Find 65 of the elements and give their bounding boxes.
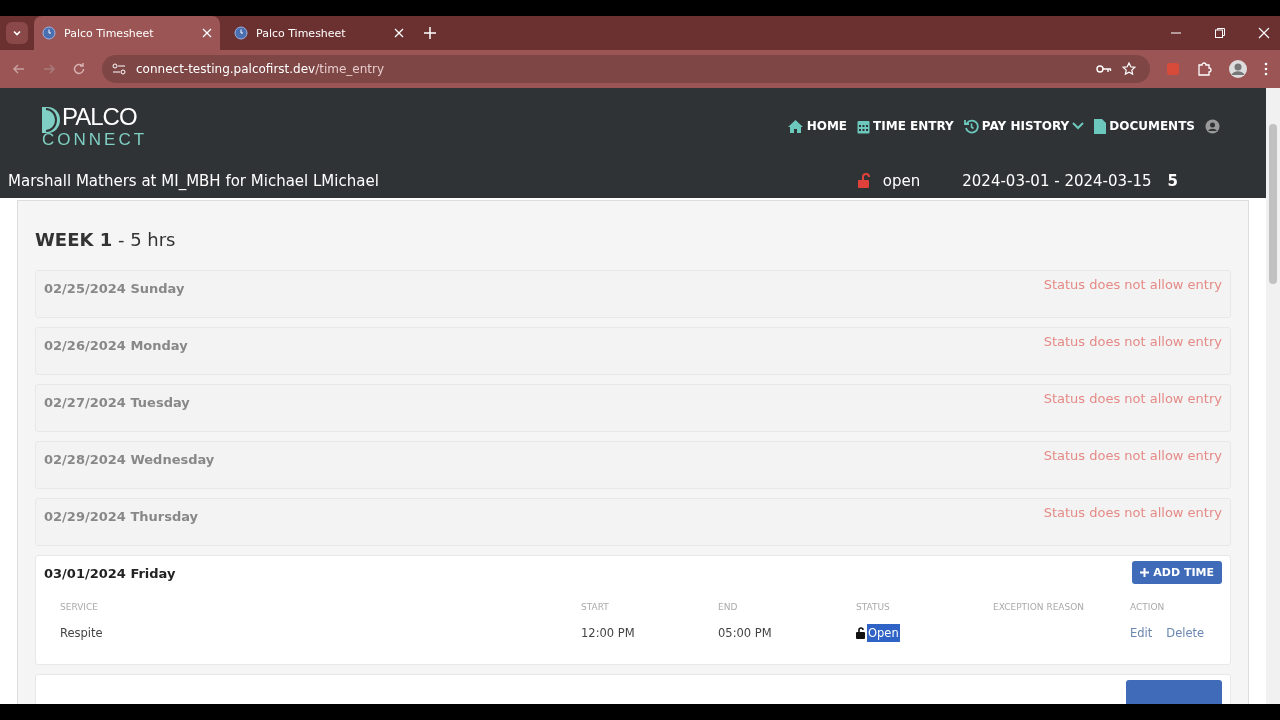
site-settings-icon[interactable] (112, 63, 126, 75)
action-link[interactable]: Delete (1166, 626, 1205, 640)
unlocked-lock-icon (856, 173, 871, 189)
day-date: 02/27/2024 Tuesday (44, 395, 190, 410)
status-text: Open (867, 624, 900, 642)
nav-link[interactable]: HOME (786, 118, 848, 134)
column-header: END (718, 602, 739, 612)
puzzle-icon[interactable] (1196, 61, 1212, 77)
table-cell-text: 05:00 PM (718, 625, 773, 642)
add-time-button[interactable]: ADD TIME (1132, 561, 1222, 584)
table-cell-text: Respite (60, 625, 104, 642)
history-icon (963, 118, 979, 134)
close-icon[interactable] (1258, 27, 1270, 39)
entry-status-message: Status does not allow entry (1043, 505, 1222, 520)
entry-status-message: Status does not allow entry (1043, 448, 1222, 463)
column-header: EXCEPTION REASON (993, 602, 1086, 612)
close-icon[interactable] (202, 28, 212, 38)
tab-list-button[interactable] (6, 22, 28, 44)
clock-icon (42, 26, 56, 40)
avatar-icon[interactable] (1228, 59, 1248, 79)
logo-wordmark: PALCO (62, 104, 138, 129)
column-header: START (581, 602, 610, 612)
period-status: open (882, 172, 921, 190)
day-date: 03/01/2024 Friday (44, 566, 176, 581)
day-date: 02/25/2024 Sunday (44, 281, 185, 296)
menu-icon[interactable] (1264, 62, 1268, 76)
pay-period: 2024-03-01 - 2024-03-15 (962, 172, 1152, 190)
document-icon (1094, 118, 1107, 134)
user-icon[interactable] (1205, 118, 1220, 134)
calendar-icon (857, 118, 871, 134)
address-field[interactable]: connect-testing.palcofirst.dev/time_entry (102, 55, 1150, 83)
action-link[interactable]: Edit (1130, 626, 1153, 640)
nav-link[interactable]: TIME ENTRY (857, 118, 954, 134)
entry-status-message: Status does not allow entry (1043, 391, 1222, 406)
timesheet-context: Marshall Mathers at MI_MBH for Michael LMichael (8, 172, 379, 190)
total-hours: 5 (1167, 172, 1178, 190)
home-icon (786, 118, 804, 134)
restore-icon[interactable] (1214, 27, 1226, 39)
new-tab-icon[interactable] (424, 27, 436, 39)
star-icon[interactable] (1122, 62, 1136, 76)
reload-icon[interactable] (72, 62, 86, 76)
clock-icon (234, 26, 248, 40)
scrollbar[interactable] (1266, 88, 1280, 704)
browser-tab[interactable]: Palco Timesheet (34, 16, 220, 50)
logo-subtitle: CONNECT (42, 130, 148, 148)
day-date: 02/26/2024 Monday (44, 338, 188, 353)
nav-link[interactable]: DOCUMENTS (1094, 118, 1195, 134)
day-date: 02/29/2024 Thursday (44, 509, 199, 524)
table-cell-text: 12:00 PM (581, 625, 636, 642)
close-icon[interactable] (394, 28, 404, 38)
key-icon[interactable] (1096, 64, 1112, 74)
plus-icon (1140, 568, 1150, 577)
entry-status-message: Status does not allow entry (1043, 334, 1222, 349)
nav-link[interactable]: PAY HISTORY (963, 118, 1085, 134)
week-title: WEEK 1 - 5 hrs (35, 229, 177, 250)
chevron-down-icon (12, 28, 22, 38)
column-header: SERVICE (60, 602, 99, 612)
browser-tab[interactable]: Palco Timesheet (226, 16, 412, 50)
logo-icon (40, 104, 62, 135)
column-header: ACTION (1130, 602, 1166, 612)
day-date: 02/28/2024 Wednesday (44, 452, 215, 467)
unlocked-lock-icon (856, 627, 866, 639)
entry-status-message: Status does not allow entry (1043, 277, 1222, 292)
column-header: STATUS (856, 602, 891, 612)
chevron-down-icon (1072, 122, 1085, 130)
